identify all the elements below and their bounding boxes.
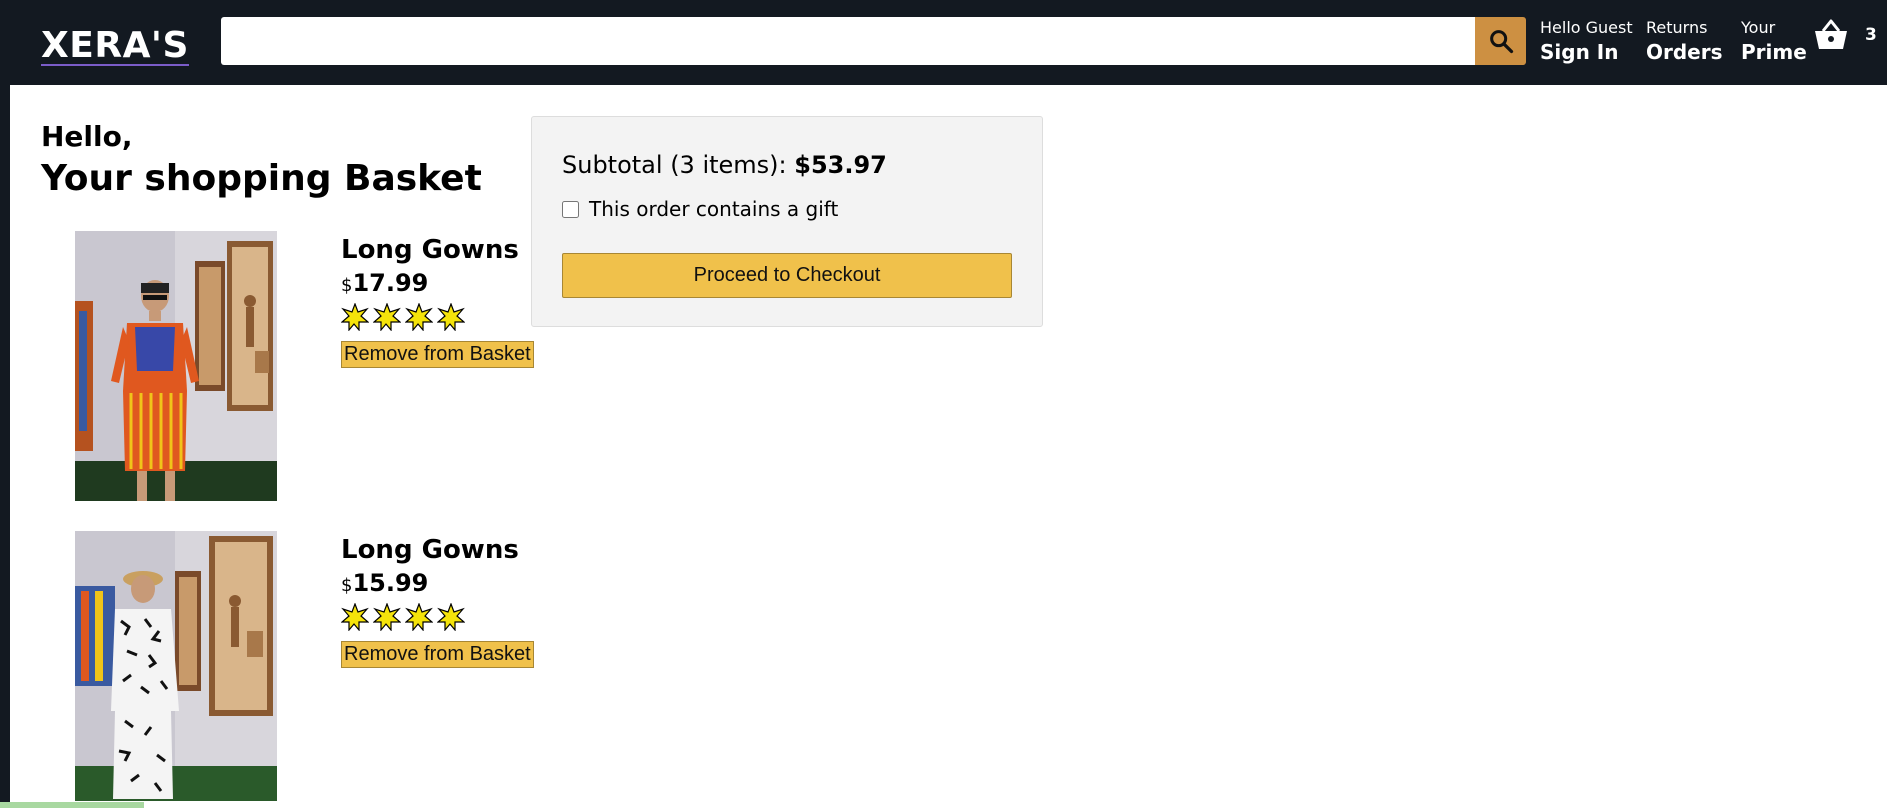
basket-icon <box>1815 19 1847 49</box>
left-edge-bar <box>0 0 10 808</box>
logo[interactable]: XERA'S <box>41 28 189 66</box>
star-icon <box>373 303 401 331</box>
header: XERA'S Hello Guest Sign In Returns Order… <box>0 0 1887 85</box>
subtotal-box: Subtotal (3 items): $53.97 This order co… <box>531 116 1043 327</box>
search-icon <box>1489 30 1513 54</box>
star-icon <box>373 603 401 631</box>
bottom-accent-bar <box>0 802 144 808</box>
nav-sign-in-line1: Hello Guest <box>1540 18 1633 37</box>
currency-symbol: $ <box>341 275 353 296</box>
search-button[interactable] <box>1475 17 1526 65</box>
product-image <box>75 531 277 801</box>
greeting: Hello, <box>41 120 133 153</box>
product-info: Long Gowns $15.99 Remove from Basket <box>341 531 561 668</box>
nav-orders[interactable]: Returns Orders <box>1646 18 1723 66</box>
page-title: Your shopping Basket <box>41 158 482 199</box>
star-icon <box>341 603 369 631</box>
price-value: 17.99 <box>352 269 429 297</box>
nav-prime[interactable]: Your Prime <box>1741 18 1807 66</box>
remove-from-basket-button[interactable]: Remove from Basket <box>341 641 534 668</box>
header-basket[interactable]: 3 <box>1813 18 1877 52</box>
star-icon <box>437 603 465 631</box>
star-icon <box>341 303 369 331</box>
remove-from-basket-button[interactable]: Remove from Basket <box>341 341 534 368</box>
gift-option[interactable]: This order contains a gift <box>562 197 838 221</box>
product-info: Long Gowns $17.99 Remove from Basket <box>341 231 561 368</box>
search-bar <box>221 17 1526 65</box>
nav-sign-in-line2: Sign In <box>1540 40 1619 64</box>
product-title[interactable]: Long Gowns <box>341 235 561 265</box>
product-price: $15.99 <box>341 569 561 597</box>
nav-prime-line1: Your <box>1741 18 1776 37</box>
currency-symbol: $ <box>341 575 353 596</box>
product-rating <box>341 603 561 631</box>
search-input[interactable] <box>221 17 1475 65</box>
gift-checkbox[interactable] <box>562 200 579 218</box>
price-value: 15.99 <box>352 569 429 597</box>
subtotal-label: Subtotal (3 items): <box>562 151 787 179</box>
product-rating <box>341 303 561 331</box>
product-image <box>75 231 277 501</box>
nav-orders-line1: Returns <box>1646 18 1708 37</box>
star-icon <box>405 603 433 631</box>
nav-orders-line2: Orders <box>1646 40 1723 64</box>
basket-count: 3 <box>1865 25 1877 45</box>
proceed-to-checkout-button[interactable]: Proceed to Checkout <box>562 253 1012 298</box>
subtotal-amount: $53.97 <box>794 151 887 179</box>
star-icon <box>405 303 433 331</box>
gift-label: This order contains a gift <box>589 197 839 221</box>
subtotal-line: Subtotal (3 items): $53.97 <box>562 151 887 179</box>
product-price: $17.99 <box>341 269 561 297</box>
nav-prime-line2: Prime <box>1741 40 1807 64</box>
nav-sign-in[interactable]: Hello Guest Sign In <box>1540 18 1633 66</box>
product-title[interactable]: Long Gowns <box>341 535 561 565</box>
star-icon <box>437 303 465 331</box>
